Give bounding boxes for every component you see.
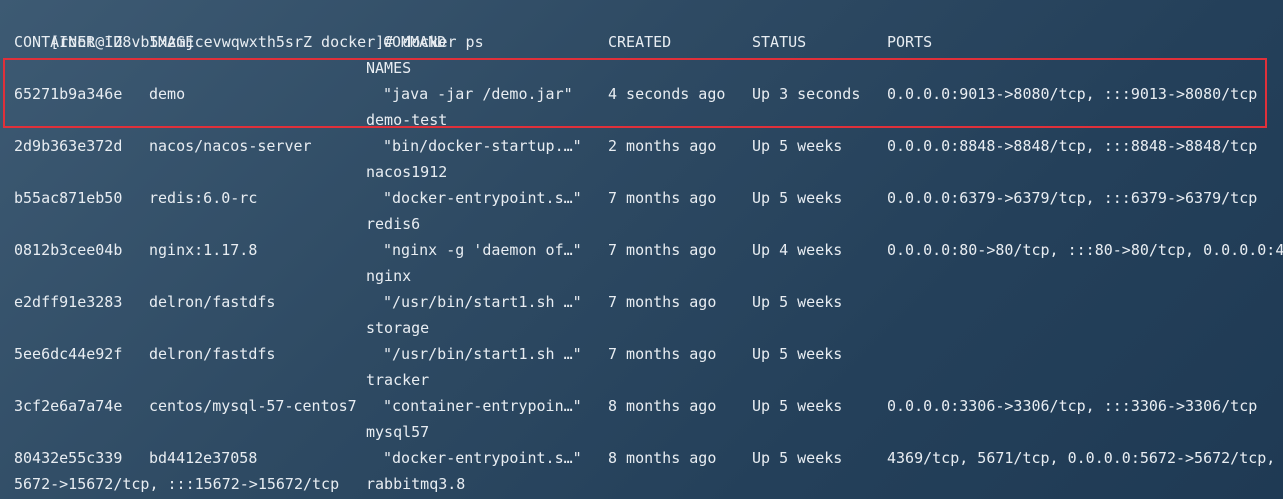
container-ports: 0.0.0.0:8848->8848/tcp, :::8848->8848/tc…: [887, 137, 1258, 155]
header-status: STATUS: [752, 33, 807, 51]
container-id: 80432e55c339: [14, 449, 123, 467]
container-id: 3cf2e6a7a74e: [14, 397, 123, 415]
table-row-name: 5672->15672/tcp, :::15672->15672/tcp rab…: [0, 471, 1283, 497]
table-row: 80432e55c339 bd4412e37058 "docker-entryp…: [0, 445, 1283, 471]
container-created: 7 months ago: [608, 241, 717, 259]
container-created: 7 months ago: [608, 189, 717, 207]
container-image: centos/mysql-57-centos7: [149, 397, 357, 415]
container-image: delron/fastdfs: [149, 293, 276, 311]
container-id: e2dff91e3283: [14, 293, 123, 311]
container-ports-wrap: 5672->15672/tcp, :::15672->15672/tcp: [14, 475, 340, 493]
container-image: bd4412e37058: [149, 449, 258, 467]
container-id: 5ee6dc44e92f: [14, 345, 123, 363]
table-row-name: nginx: [0, 263, 1283, 289]
container-command: "nginx -g 'daemon of…": [383, 241, 582, 259]
container-image: nacos/nacos-server: [149, 137, 312, 155]
prompt-line: [root@iZ8vb5xzmjcevwqwxth5srZ docker]# d…: [14, 3, 483, 51]
container-ports: 4369/tcp, 5671/tcp, 0.0.0.0:5672->5672/t…: [887, 449, 1276, 467]
container-status: Up 5 weeks: [752, 293, 843, 311]
header-command: COMMAND: [383, 33, 447, 51]
container-name: rabbitmq3.8: [366, 475, 466, 493]
header-ports: PORTS: [887, 33, 933, 51]
table-row: e2dff91e3283 delron/fastdfs "/usr/bin/st…: [0, 289, 1283, 315]
table-row: 3cf2e6a7a74e centos/mysql-57-centos7 "co…: [0, 393, 1283, 419]
header-container-id: CONTAINER ID: [14, 33, 123, 51]
table-row-name: redis6: [0, 211, 1283, 237]
container-image: delron/fastdfs: [149, 345, 276, 363]
container-name: nacos1912: [366, 163, 448, 181]
table-row-name: storage: [0, 315, 1283, 341]
container-ports: 0.0.0.0:6379->6379/tcp, :::6379->6379/tc…: [887, 189, 1258, 207]
container-status: Up 5 weeks: [752, 449, 843, 467]
header-row: CONTAINER ID IMAGE COMMAND CREATED STATU…: [0, 29, 1283, 55]
header-image: IMAGE: [149, 33, 195, 51]
container-status: Up 5 weeks: [752, 137, 843, 155]
container-ports: 0.0.0.0:3306->3306/tcp, :::3306->3306/tc…: [887, 397, 1258, 415]
container-id: 0812b3cee04b: [14, 241, 123, 259]
container-created: 8 months ago: [608, 397, 717, 415]
container-image: redis:6.0-rc: [149, 189, 258, 207]
table-row-name: tracker: [0, 367, 1283, 393]
container-created: 7 months ago: [608, 345, 717, 363]
container-name: mysql57: [366, 423, 430, 441]
container-command: "/usr/bin/start1.sh …": [383, 293, 582, 311]
container-status: Up 5 weeks: [752, 397, 843, 415]
table-row-name: nacos1912: [0, 159, 1283, 185]
table-row-name: mysql57: [0, 419, 1283, 445]
table-row: b55ac871eb50 redis:6.0-rc "docker-entryp…: [0, 185, 1283, 211]
header-created: CREATED: [608, 33, 672, 51]
container-status: Up 5 weeks: [752, 345, 843, 363]
container-name: tracker: [366, 371, 430, 389]
container-image: nginx:1.17.8: [149, 241, 258, 259]
table-row: 5ee6dc44e92f delron/fastdfs "/usr/bin/st…: [0, 341, 1283, 367]
container-name: storage: [366, 319, 430, 337]
container-id: 2d9b363e372d: [14, 137, 123, 155]
container-status: Up 4 weeks: [752, 241, 843, 259]
container-command: "container-entrypoin…": [383, 397, 582, 415]
container-command: "bin/docker-startup.…": [383, 137, 582, 155]
container-created: 8 months ago: [608, 449, 717, 467]
container-id: b55ac871eb50: [14, 189, 123, 207]
table-row: 2d9b363e372d nacos/nacos-server "bin/doc…: [0, 133, 1283, 159]
container-name: redis6: [366, 215, 421, 233]
container-created: 2 months ago: [608, 137, 717, 155]
container-created: 7 months ago: [608, 293, 717, 311]
container-command: "/usr/bin/start1.sh …": [383, 345, 582, 363]
table-row: 0812b3cee04b nginx:1.17.8 "nginx -g 'dae…: [0, 237, 1283, 263]
terminal-window[interactable]: [root@iZ8vb5xzmjcevwqwxth5srZ docker]# d…: [0, 0, 1283, 499]
highlight-box: [3, 58, 1267, 128]
container-command: "docker-entrypoint.s…": [383, 449, 582, 467]
container-command: "docker-entrypoint.s…": [383, 189, 582, 207]
container-name: nginx: [366, 267, 412, 285]
container-status: Up 5 weeks: [752, 189, 843, 207]
container-ports: 0.0.0.0:80->80/tcp, :::80->80/tcp, 0.0.0…: [887, 241, 1283, 259]
